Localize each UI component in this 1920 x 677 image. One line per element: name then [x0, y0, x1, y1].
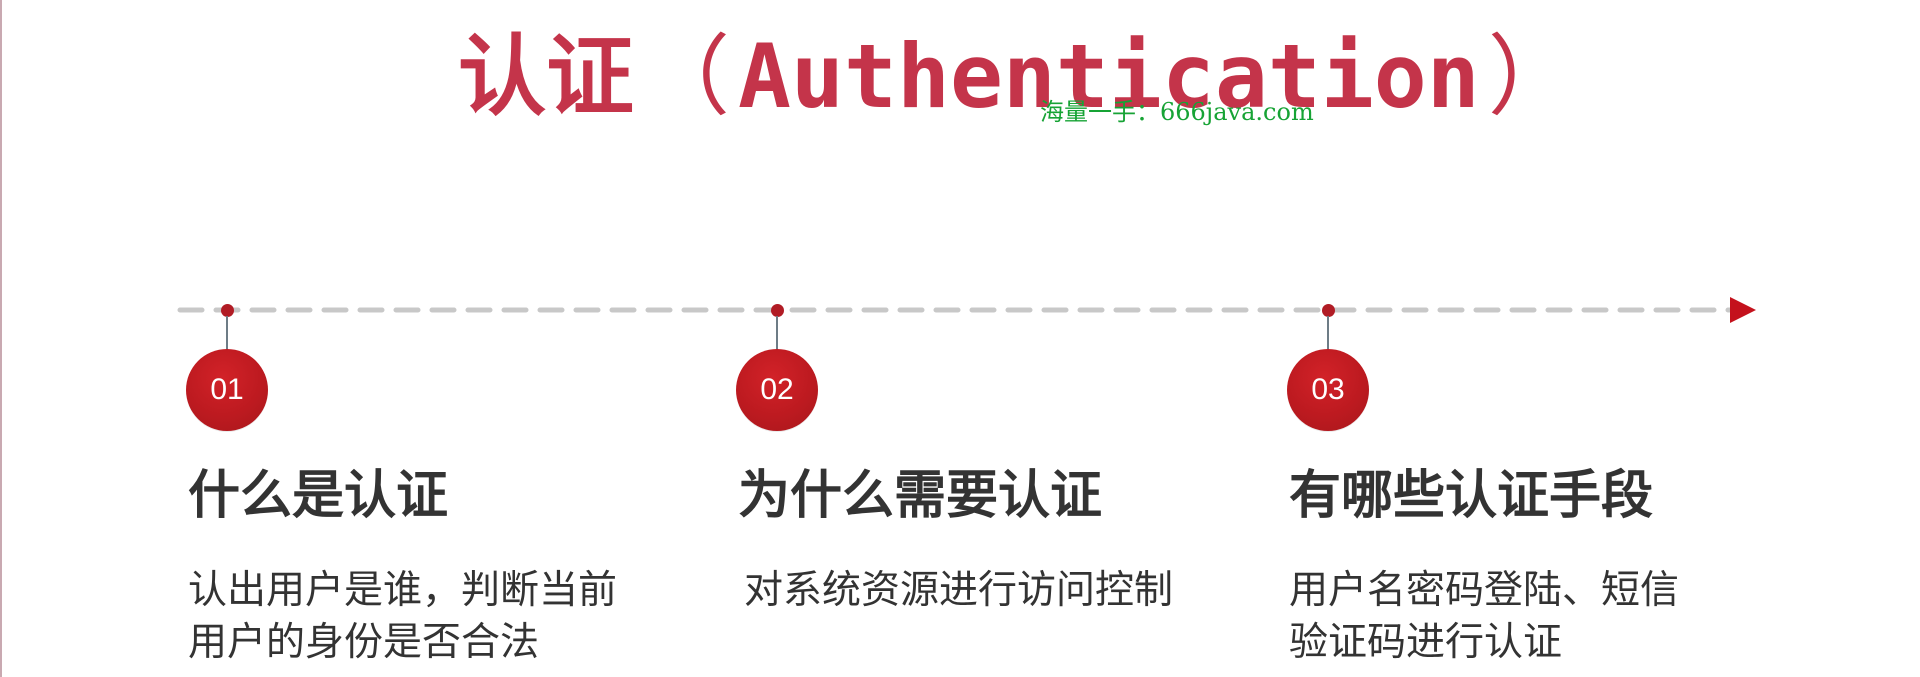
timeline-step-3: 03 有哪些认证手段 用户名密码登陆、短信 验证码进行认证 [1287, 0, 1787, 677]
step-2-title: 为什么需要认证 [738, 466, 1103, 526]
timeline-step-1: 01 什么是认证 认出用户是谁，判断当前 用户的身份是否合法 [186, 0, 686, 677]
step-2-description: 对系统资源进行访问控制 [744, 568, 1174, 613]
step-1-title: 什么是认证 [188, 466, 449, 526]
step-1-number-badge: 01 [186, 349, 268, 431]
step-1-connector [226, 316, 228, 350]
step-3-number-badge: 03 [1287, 349, 1369, 431]
timeline-step-2: 02 为什么需要认证 对系统资源进行访问控制 [736, 0, 1236, 677]
step-3-title: 有哪些认证手段 [1289, 466, 1654, 526]
step-3-description: 用户名密码登陆、短信 验证码进行认证 [1289, 568, 1680, 665]
step-2-number-badge: 02 [736, 349, 818, 431]
step-1-description: 认出用户是谁，判断当前 用户的身份是否合法 [188, 568, 618, 665]
step-2-connector [776, 316, 778, 350]
step-3-connector [1327, 316, 1329, 350]
